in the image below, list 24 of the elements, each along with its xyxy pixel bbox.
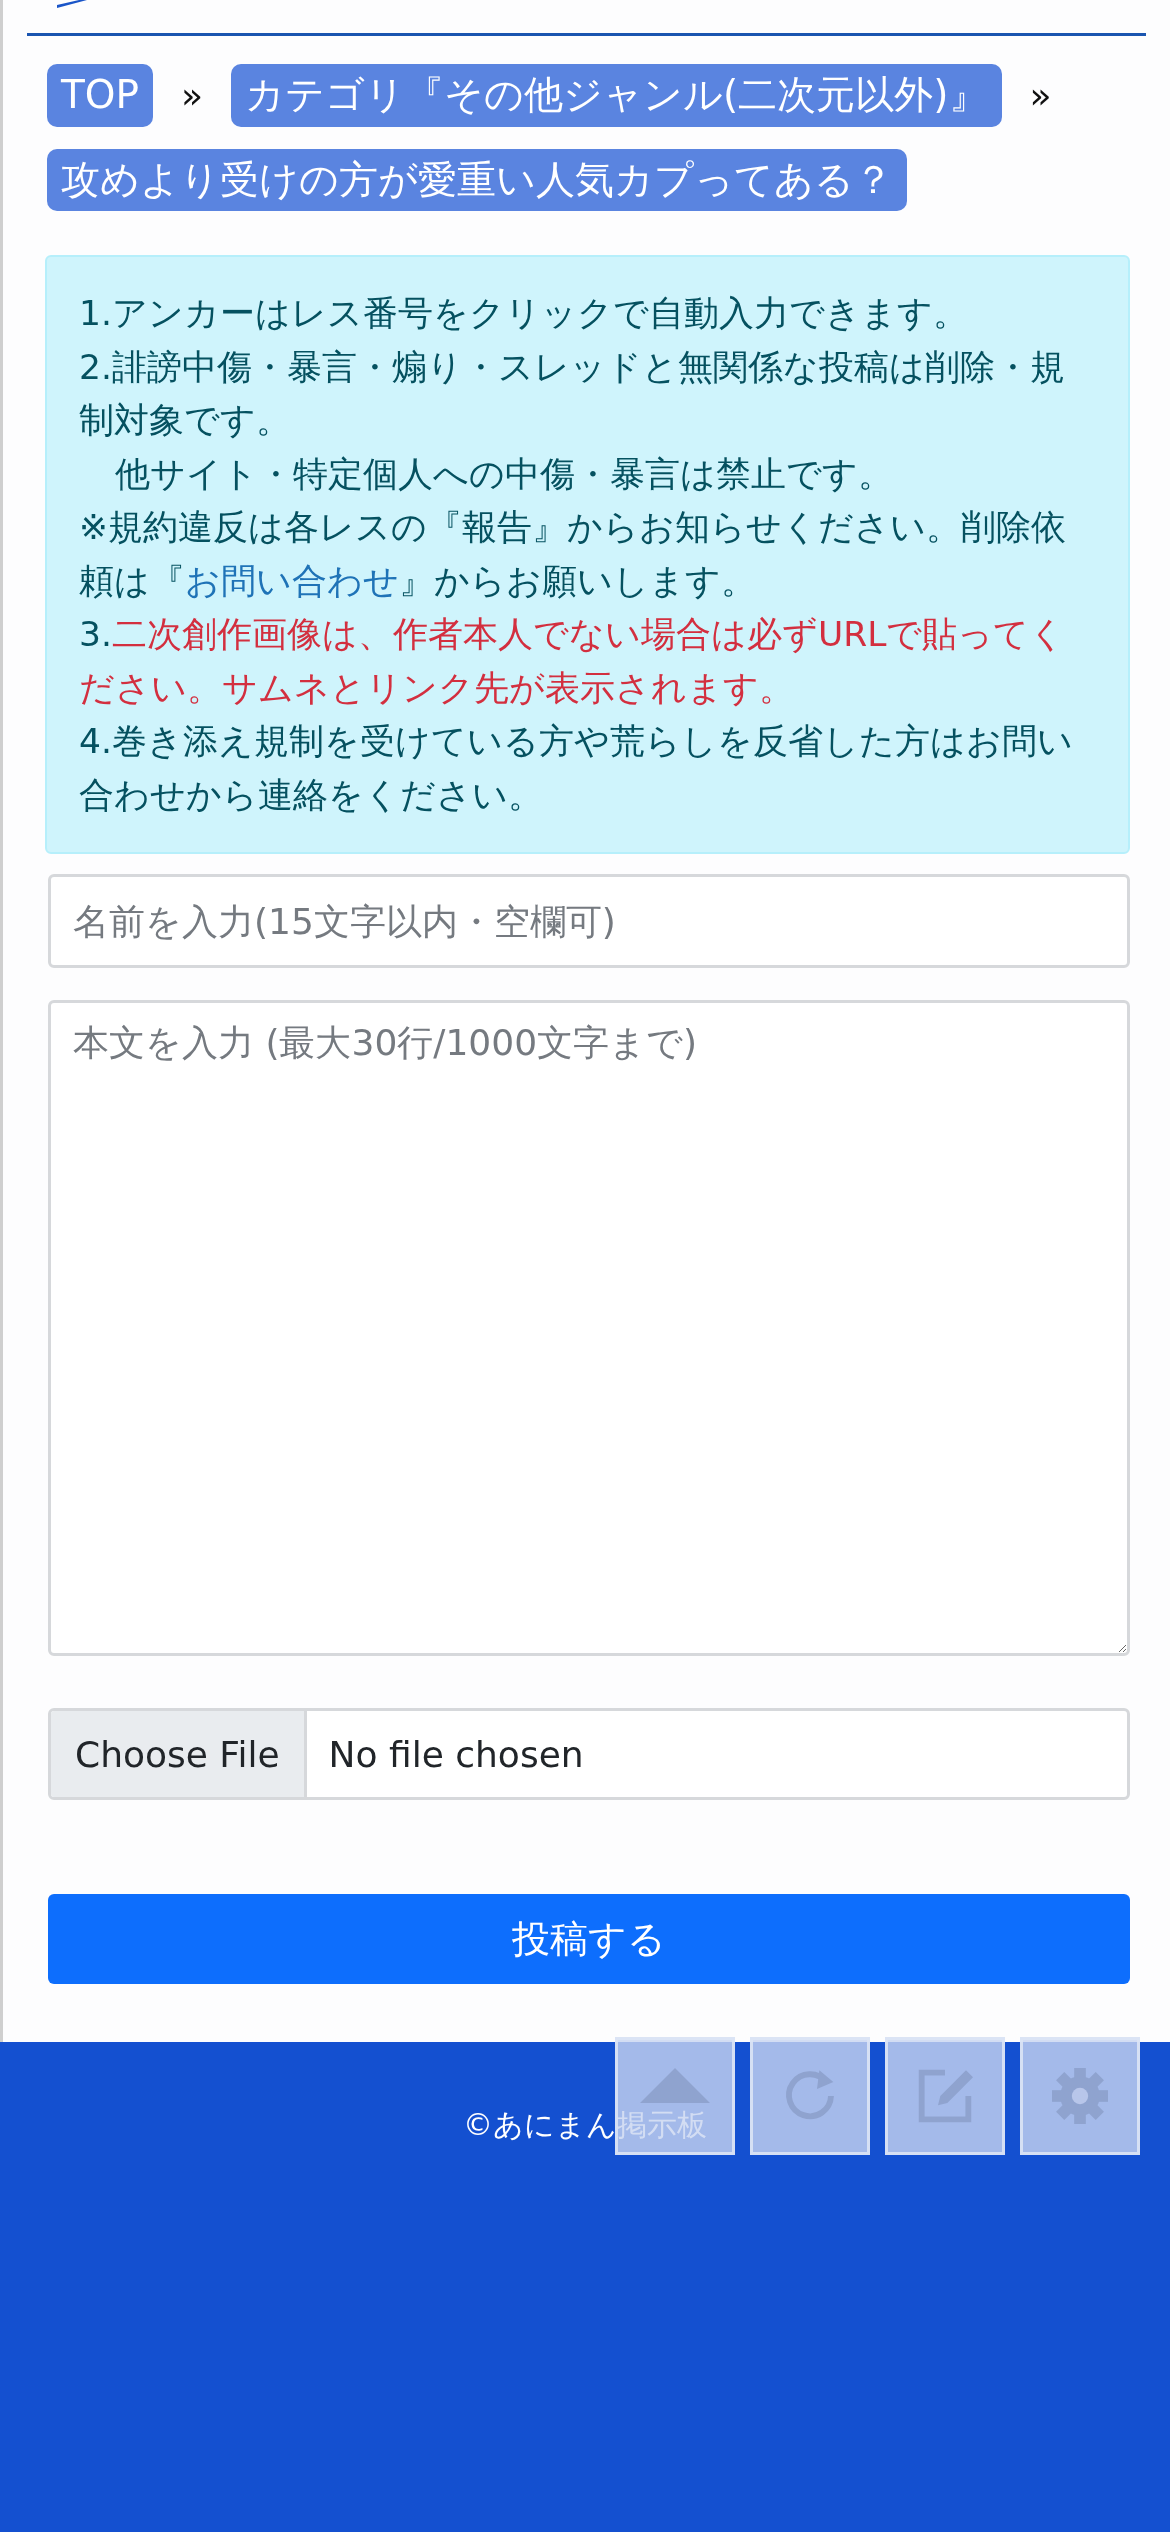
- breadcrumb-link[interactable]: TOP: [47, 64, 154, 127]
- up-arrow-icon: [640, 2068, 710, 2103]
- file-status-text: No file chosen: [327, 1732, 584, 1777]
- breadcrumb-link[interactable]: 攻めより受けの方が愛重い人気カプってある？: [47, 148, 907, 212]
- edit-button[interactable]: [885, 2037, 1005, 2155]
- notice-text: 2.誹謗中傷・暴言・煽り・スレッドと無関係な投稿は削除・規制対象です。: [79, 345, 1066, 443]
- message-field[interactable]: 本文を入力 (最大30行/1000文字まで): [48, 1000, 1130, 1657]
- notice-text: ※規約違反は各レスの『報告』からお知らせください。削除依頼は『お問い合わせ』からお願いします。: [79, 506, 1067, 603]
- breadcrumb-separator: »: [1028, 74, 1053, 116]
- notice-text: 他サイト・特定個人への中傷・暴言は禁止です。: [114, 452, 894, 496]
- breadcrumb-separator: »: [180, 74, 205, 116]
- settings-button[interactable]: [1020, 2037, 1140, 2155]
- contact-link[interactable]: お問い合わせ: [185, 560, 399, 601]
- notice-text: 3.二次創作画像は、作者本人でない場合は必ずURLで貼ってください。サムネとリンク先が表示されます。: [79, 613, 1067, 710]
- breadcrumb-link[interactable]: カテゴリ『その他ジャンル(二次元以外)』: [231, 64, 1002, 127]
- reload-button[interactable]: [750, 2037, 870, 2155]
- choose-file-button[interactable]: Choose File: [51, 1711, 307, 1798]
- notice-text: 4.巻き添え規制を受けている方や荒らしを反省した方はお問い合わせから連絡をください。: [79, 720, 1074, 817]
- logo-icon: [57, 0, 87, 8]
- up-button[interactable]: [615, 2037, 735, 2155]
- name-field[interactable]: 名前を入力(15文字以内・空欄可): [48, 874, 1130, 969]
- post-button[interactable]: 投稿する: [48, 1894, 1130, 1985]
- file-field[interactable]: Choose File No file chosen: [48, 1708, 1130, 1801]
- notice-text: 1.アンカーはレス番号をクリックで自動入力できます。: [79, 292, 969, 336]
